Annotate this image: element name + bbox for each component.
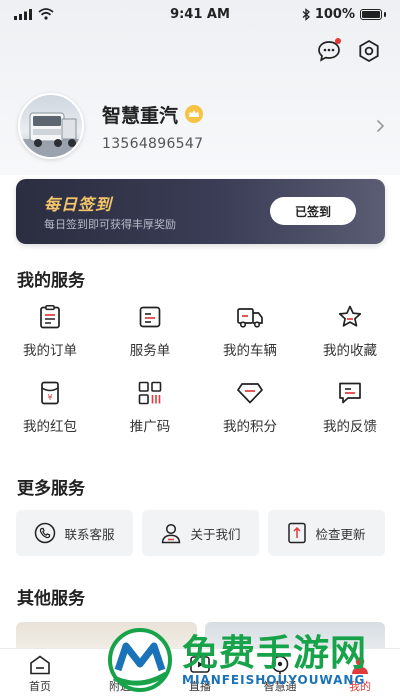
service-label: 推广码 <box>129 419 171 435</box>
service-label: 我的收藏 <box>323 343 377 359</box>
about-us-button[interactable]: 关于我们 <box>142 510 259 556</box>
truck-icon <box>236 303 264 331</box>
status-time: 9:41 AM <box>170 6 230 22</box>
more-label: 关于我们 <box>190 526 241 542</box>
profile-info: 智慧重汽 13564896547 <box>102 101 372 152</box>
bluetooth-icon <box>302 7 310 21</box>
service-item-orders[interactable]: 我的订单 <box>0 303 100 359</box>
smart-icon <box>271 655 289 675</box>
more-label: 检查更新 <box>315 526 366 542</box>
phone-icon <box>35 522 56 544</box>
check-update-button[interactable]: 检查更新 <box>268 510 385 556</box>
user-name: 智慧重汽 <box>102 104 179 127</box>
avatar[interactable] <box>18 93 84 159</box>
my-page: 9:41 AM 100% 智慧重汽 13564896547 每日签到 每日签到即… <box>0 0 400 700</box>
profile-card[interactable]: 智慧重汽 13564896547 <box>18 93 388 159</box>
signal-icon <box>14 8 32 20</box>
crown-badge-icon <box>185 105 204 123</box>
tab-label: 首页 <box>29 680 51 693</box>
my-services-grid: 我的订单 服务单 我的车辆 我的收藏 ¥ 我的红包 推广码 我的积分 我的反馈 <box>0 303 400 435</box>
service-label: 我的订单 <box>23 343 77 359</box>
tab-home[interactable]: 首页 <box>0 649 80 700</box>
service-label: 我的积分 <box>223 419 277 435</box>
service-item-favorites[interactable]: 我的收藏 <box>300 303 400 359</box>
contact-support-button[interactable]: 联系客服 <box>16 510 133 556</box>
star-icon <box>336 303 364 331</box>
user-icon <box>162 523 181 544</box>
sign-subtitle: 每日签到即可获得丰厚奖励 <box>44 218 176 231</box>
bottom-tab-bar: 首页 附近 直播 智慧通 我的 <box>0 648 400 700</box>
location-icon <box>112 655 128 675</box>
tab-label: 附近 <box>109 680 131 693</box>
battery-percent: 100% <box>314 6 355 22</box>
service-label: 我的车辆 <box>223 343 277 359</box>
tab-nearby[interactable]: 附近 <box>80 649 160 700</box>
more-services-row: 联系客服 关于我们 检查更新 <box>16 510 385 556</box>
red-envelope-icon: ¥ <box>36 379 64 407</box>
daily-sign-card: 每日签到 每日签到即可获得丰厚奖励 已签到 <box>16 179 385 244</box>
message-button[interactable] <box>316 38 342 64</box>
service-label: 我的反馈 <box>323 419 377 435</box>
battery-cap <box>384 11 386 17</box>
settings-button[interactable] <box>356 38 382 64</box>
tab-label: 我的 <box>349 680 371 693</box>
service-label: 我的红包 <box>23 419 77 435</box>
other-services-title: 其他服务 <box>17 589 85 609</box>
live-icon <box>190 656 210 673</box>
signed-button[interactable]: 已签到 <box>270 197 356 225</box>
settings-icon <box>359 39 379 63</box>
chevron-right-icon[interactable] <box>372 118 388 134</box>
tab-label: 直播 <box>189 680 211 693</box>
more-services-title: 更多服务 <box>17 479 85 499</box>
feedback-icon <box>336 379 364 407</box>
order-icon <box>36 303 64 331</box>
profile-name-row: 智慧重汽 <box>102 101 372 128</box>
header-actions <box>316 38 382 64</box>
battery-area: 100% <box>266 7 386 22</box>
tab-live[interactable]: 直播 <box>160 649 240 700</box>
tab-smart[interactable]: 智慧通 <box>240 649 320 700</box>
service-item-service-orders[interactable]: 服务单 <box>100 303 200 359</box>
qr-code-icon <box>136 379 164 407</box>
truck-avatar-image <box>20 112 82 157</box>
service-item-promo-code[interactable]: 推广码 <box>100 379 200 435</box>
battery-icon <box>360 8 382 20</box>
service-item-points[interactable]: 我的积分 <box>200 379 300 435</box>
wifi-icon <box>38 8 54 20</box>
tab-label: 智慧通 <box>263 680 297 693</box>
service-label: 服务单 <box>129 343 171 359</box>
home-icon <box>30 655 50 675</box>
service-item-vehicles[interactable]: 我的车辆 <box>200 303 300 359</box>
sign-title: 每日签到 <box>44 195 113 214</box>
user-phone: 13564896547 <box>102 135 204 152</box>
more-label: 联系客服 <box>64 526 115 542</box>
service-order-icon <box>136 303 164 331</box>
my-services-title: 我的服务 <box>17 271 85 291</box>
profile-icon <box>352 657 368 674</box>
signal-area <box>14 8 134 20</box>
service-item-feedback[interactable]: 我的反馈 <box>300 379 400 435</box>
tab-mine[interactable]: 我的 <box>320 649 400 700</box>
unread-dot <box>335 38 341 44</box>
service-item-red-envelope[interactable]: ¥ 我的红包 <box>0 379 100 435</box>
diamond-icon <box>236 379 264 407</box>
update-icon <box>288 522 307 544</box>
svg-text:¥: ¥ <box>47 393 52 402</box>
status-bar: 9:41 AM 100% <box>0 0 400 28</box>
